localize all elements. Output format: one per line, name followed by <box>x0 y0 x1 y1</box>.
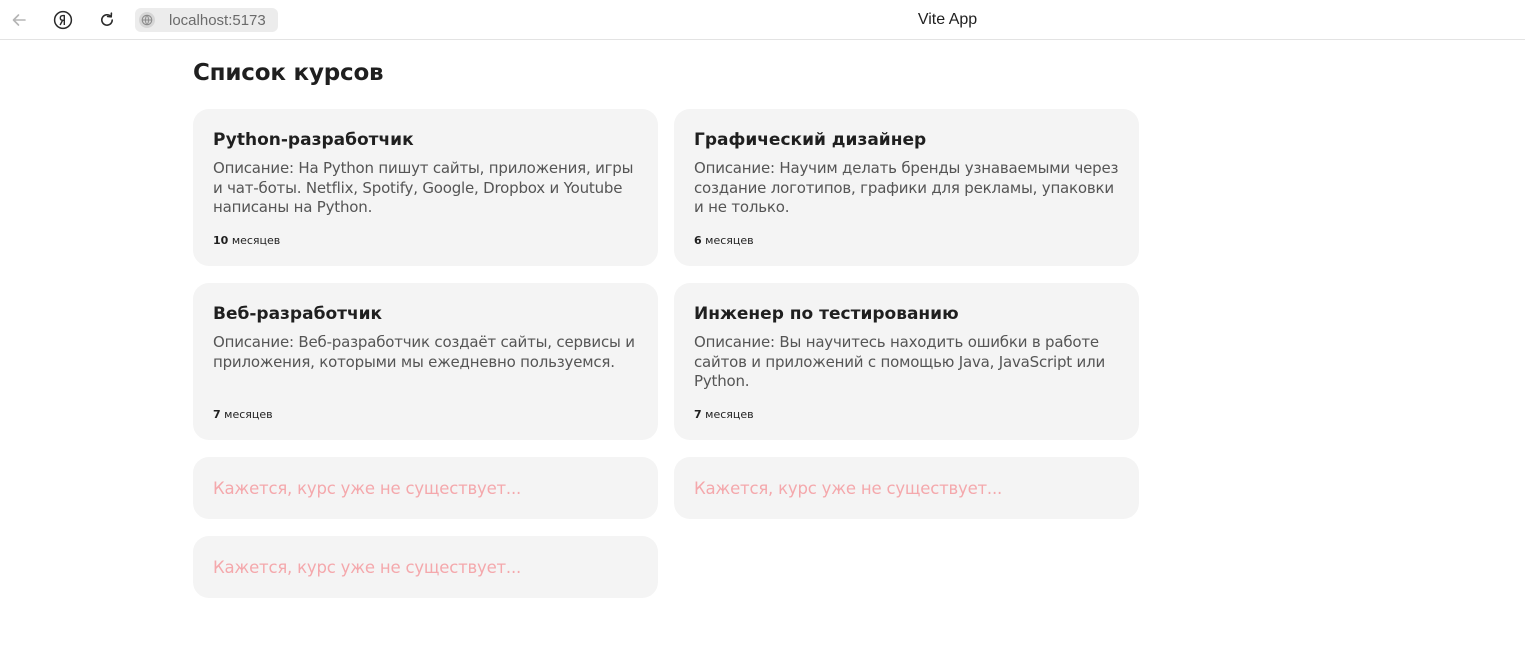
missing-course-message: Кажется, курс уже не существует... <box>694 478 1003 498</box>
missing-course-message: Кажется, курс уже не существует... <box>213 478 522 498</box>
course-title: Python-разработчик <box>213 130 414 150</box>
duration-number: 7 <box>213 408 221 421</box>
course-duration: 7 месяцев <box>694 408 754 421</box>
duration-number: 10 <box>213 234 229 247</box>
course-duration: 7 месяцев <box>213 408 273 421</box>
course-card-qa-engineer[interactable]: Инженер по тестированию Описание: Вы нау… <box>674 283 1139 440</box>
duration-number: 7 <box>694 408 702 421</box>
duration-unit: месяцев <box>231 234 281 247</box>
course-card-web-developer[interactable]: Веб-разработчик Описание: Веб-разработчи… <box>193 283 658 440</box>
tab-title: Vite App <box>917 11 978 28</box>
course-card-python[interactable]: Python-разработчик Описание: На Python п… <box>193 109 658 266</box>
duration-unit: месяцев <box>705 234 754 247</box>
courses-grid: Python-разработчик Описание: На Python п… <box>193 109 1139 598</box>
duration-unit: месяцев <box>705 408 754 421</box>
missing-course-card: Кажется, курс уже не существует... <box>674 457 1139 519</box>
course-description: Описание: На Python пишут сайты, приложе… <box>213 159 634 216</box>
course-description: Описание: Вы научитесь находить ошибки в… <box>694 333 1106 390</box>
course-description: Описание: Научим делать бренды узнаваемы… <box>694 159 1119 216</box>
course-description: Описание: Веб-разработчик создаёт сайты,… <box>213 333 635 371</box>
duration-unit: месяцев <box>224 408 273 421</box>
course-title: Веб-разработчик <box>213 304 383 324</box>
course-title: Инженер по тестированию <box>694 304 959 324</box>
course-title: Графический дизайнер <box>694 130 927 150</box>
course-duration: 10 месяцев <box>213 234 280 247</box>
course-duration: 6 месяцев <box>694 234 754 247</box>
missing-course-message: Кажется, курс уже не существует... <box>213 557 522 577</box>
browser-toolbar: localhost:5173 Vite App <box>0 0 1525 40</box>
duration-number: 6 <box>694 234 702 247</box>
missing-course-card: Кажется, курс уже не существует... <box>193 457 658 519</box>
page-title: Список курсов <box>193 60 384 86</box>
course-card-graphic-designer[interactable]: Графический дизайнер Описание: Научим де… <box>674 109 1139 266</box>
missing-course-card: Кажется, курс уже не существует... <box>193 536 658 598</box>
